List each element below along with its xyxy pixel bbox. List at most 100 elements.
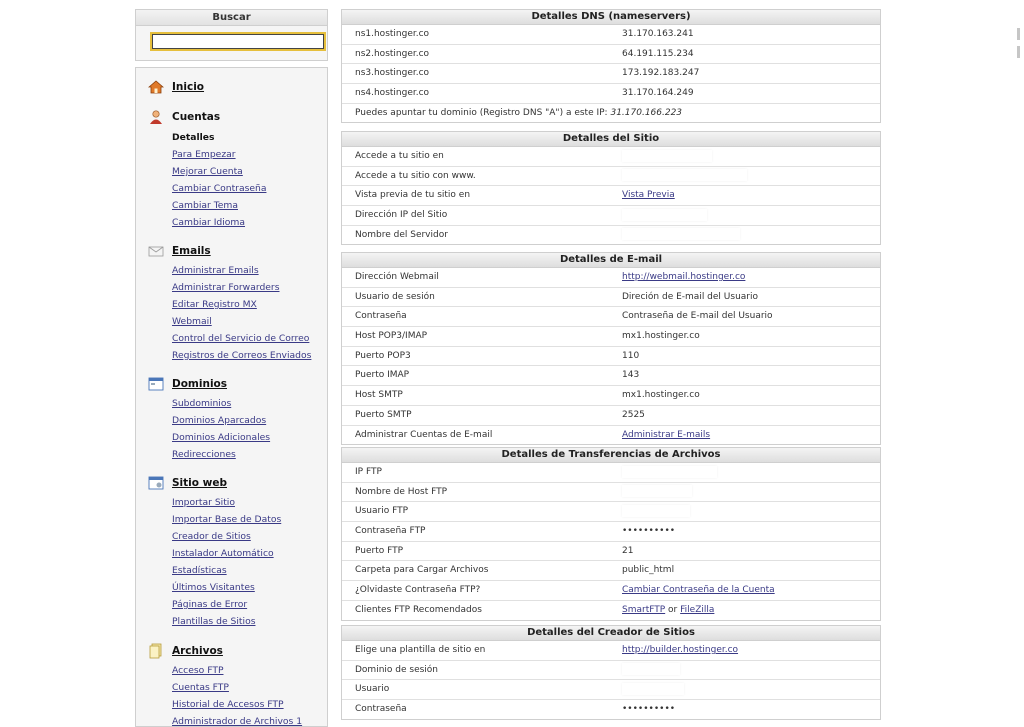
redacted-value [622, 485, 692, 498]
table-row: Accede a tu sitio con www. [342, 167, 880, 187]
table-row: IP FTP [342, 463, 880, 483]
nav-cuentas: Cuentas [148, 109, 220, 125]
nav-webmail[interactable]: Webmail [172, 316, 212, 327]
table-row: Puerto POP3 110 [342, 347, 880, 367]
nav-inicio[interactable]: Inicio [148, 79, 204, 95]
site-title: Detalles del Sitio [342, 132, 880, 147]
row-key: Puerto FTP [355, 545, 404, 556]
nav-inicio-label: Inicio [172, 81, 205, 93]
nav-importar-sitio[interactable]: Importar Sitio [172, 497, 235, 508]
nav-estadisticas[interactable]: Estadísticas [172, 565, 227, 576]
redacted-value [622, 682, 684, 695]
vista-previa-link[interactable]: Vista Previa [622, 186, 675, 204]
builder-link[interactable]: http://builder.hostinger.co [622, 641, 738, 659]
nav-registros-correos[interactable]: Registros de Correos Enviados [172, 350, 311, 361]
builder-panel: Detalles del Creador de Sitios Elige una… [341, 625, 881, 720]
row-key: Accede a tu sitio en [355, 151, 444, 161]
table-row: ns4.hostinger.co 31.170.164.249 [342, 84, 880, 104]
row-key: Vista previa de tu sitio en [355, 190, 471, 201]
table-row: Usuario FTP [342, 502, 880, 523]
row-key: Usuario de sesión [355, 291, 435, 302]
dns-note-text: Puedes apuntar tu dominio (Registro DNS … [355, 107, 608, 118]
nav-archivos[interactable]: Archivos [148, 643, 223, 659]
table-row: Elige una plantilla de sitio en http://bu… [342, 641, 880, 661]
row-key: Nombre del Servidor [355, 229, 448, 240]
table-row: Contraseña Contraseña de E-mail del Usuar… [342, 307, 880, 328]
table-row: Contraseña •••••••••• [342, 700, 880, 719]
nav-dominios-adicionales[interactable]: Dominios Adicionales [172, 432, 270, 443]
nav-emails[interactable]: Emails [148, 243, 211, 259]
nav-importar-bd[interactable]: Importar Base de Datos [172, 514, 281, 525]
row-key: Clientes FTP Recomendados [355, 604, 482, 615]
nav-cambiar-idioma[interactable]: Cambiar Idioma [172, 217, 245, 228]
table-row: Dirección Webmail http://webmail.hostinge… [342, 268, 880, 288]
table-row: Nombre del Servidor [342, 226, 880, 245]
nav-administrador-archivos[interactable]: Administrador de Archivos 1 [172, 716, 302, 726]
search-panel: Buscar [135, 9, 328, 61]
scrollbar-fragment[interactable] [1017, 28, 1024, 68]
dns-title: Detalles DNS (nameservers) [342, 10, 880, 25]
dns-note-ip: 31.170.166.223 [610, 107, 683, 118]
nav-cuentas-ftp[interactable]: Cuentas FTP [172, 682, 229, 693]
email-panel: Detalles de E-mail Dirección Webmail http… [341, 252, 881, 446]
nav-creador-sitios[interactable]: Creador de Sitios [172, 531, 251, 542]
nav-editar-registro-mx[interactable]: Editar Registro MX [172, 299, 257, 310]
nav-paginas-error[interactable]: Páginas de Error [172, 599, 247, 610]
row-key: IP FTP [355, 467, 382, 477]
nav-sitio-web-label: Sitio web [172, 477, 227, 489]
nav-instalador[interactable]: Instalador Automático [172, 548, 274, 559]
row-key: Dominio de sesión [355, 664, 439, 675]
website-icon [148, 475, 164, 491]
row-key: Nombre de Host FTP [355, 486, 448, 497]
table-row: Administrar Cuentas de E-mail Administrar… [342, 426, 880, 445]
nav-plantillas[interactable]: Plantillas de Sitios [172, 616, 256, 627]
row-key: ns1.hostinger.co [355, 29, 430, 39]
row-key: Dirección Webmail [355, 272, 439, 282]
table-row: Host POP3/IMAP mx1.hostinger.co [342, 327, 880, 347]
nav-acceso-ftp[interactable]: Acceso FTP [172, 665, 223, 676]
smartftp-link[interactable]: SmartFTP [622, 605, 665, 615]
nav-detalles[interactable]: Detalles [172, 132, 214, 143]
nav-ultimos-visitantes[interactable]: Últimos Visitantes [172, 582, 255, 593]
table-row: Carpeta para Cargar Archivos public_html [342, 561, 880, 582]
row-key: Usuario [355, 684, 390, 695]
row-value: Direción de E-mail del Usuario [622, 291, 758, 302]
row-value: 31.170.164.249 [622, 88, 694, 99]
filezilla-link[interactable]: FileZilla [680, 605, 714, 615]
redacted-value [622, 169, 747, 182]
cambiar-contrasena-link[interactable]: Cambiar Contraseña de la Cuenta [622, 581, 775, 599]
row-value: mx1.hostinger.co [622, 390, 700, 401]
table-row: Contraseña FTP •••••••••• [342, 522, 880, 542]
table-row: Nombre de Host FTP [342, 483, 880, 503]
redacted-value [622, 504, 690, 517]
row-key: Usuario FTP [355, 506, 409, 517]
redacted-value [622, 149, 712, 162]
nav-sitio-web[interactable]: Sitio web [148, 475, 227, 491]
nav-cambiar-tema[interactable]: Cambiar Tema [172, 200, 238, 211]
row-value: 143 [622, 370, 640, 381]
nav-cambiar-contrasena[interactable]: Cambiar Contraseña [172, 183, 266, 194]
nav-subdominios[interactable]: Subdominios [172, 398, 231, 409]
nav-para-empezar[interactable]: Para Empezar [172, 149, 236, 160]
row-key: ¿Olvidaste Contraseña FTP? [355, 585, 481, 596]
nav-mejorar-cuenta[interactable]: Mejorar Cuenta [172, 166, 243, 177]
webmail-link[interactable]: http://webmail.hostinger.co [622, 268, 745, 286]
nav-dominios[interactable]: Dominios [148, 376, 227, 392]
table-row: Usuario [342, 680, 880, 701]
table-row: ns3.hostinger.co 173.192.183.247 [342, 64, 880, 85]
ftp-title: Detalles de Transferencias de Archivos [342, 448, 880, 463]
nav-redirecciones[interactable]: Redirecciones [172, 449, 236, 460]
clients-or: or [668, 604, 678, 615]
nav-administrar-emails[interactable]: Administrar Emails [172, 265, 259, 276]
nav-historial-ftp[interactable]: Historial de Accesos FTP [172, 699, 284, 710]
search-input[interactable] [150, 32, 326, 51]
row-key: Administrar Cuentas de E-mail [355, 429, 493, 440]
table-row: Usuario de sesión Direción de E-mail del … [342, 288, 880, 308]
nav-dominios-aparcados[interactable]: Dominios Aparcados [172, 415, 266, 426]
administrar-emails-link[interactable]: Administrar E-mails [622, 426, 710, 444]
nav-administrar-forwarders[interactable]: Administrar Forwarders [172, 282, 280, 293]
sidebar-nav: Inicio Cuentas Detalles Para Empezar Mej… [135, 67, 328, 727]
window-icon [148, 376, 164, 392]
nav-control-correo[interactable]: Control del Servicio de Correo [172, 333, 309, 344]
row-value: 110 [622, 350, 640, 361]
